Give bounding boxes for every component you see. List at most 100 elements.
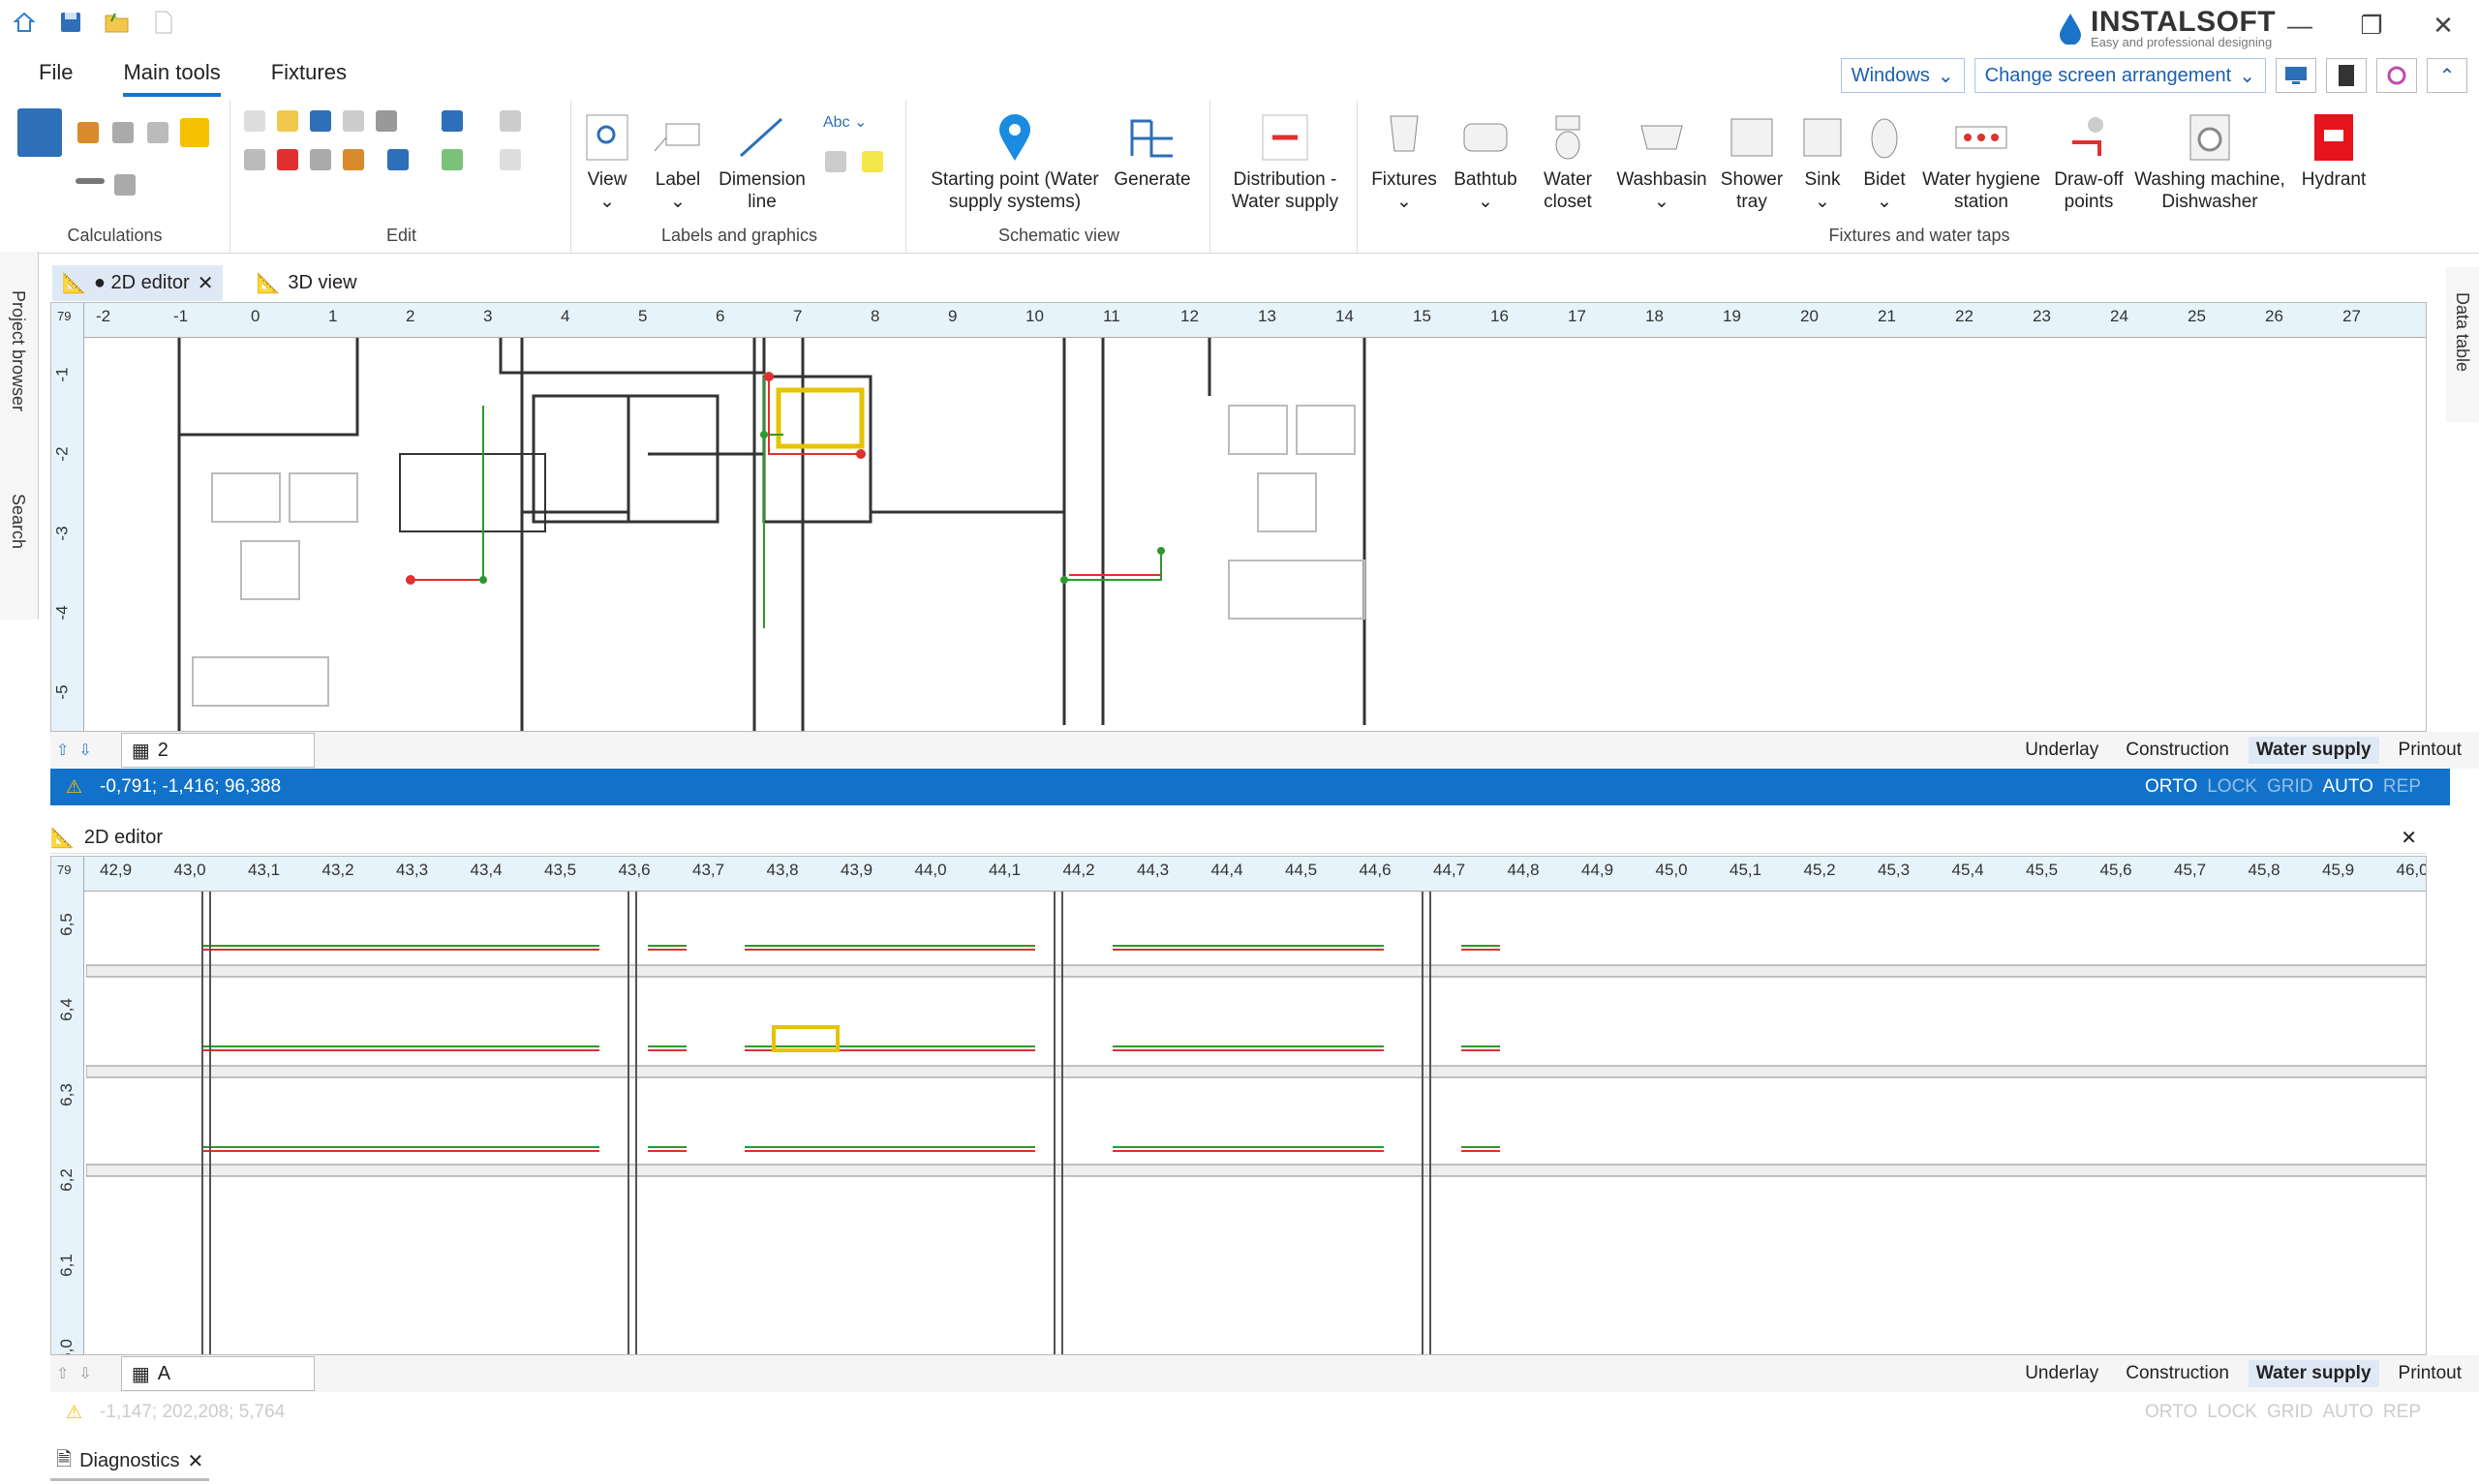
sink-button[interactable]: Sink ⌄ [1791,106,1853,213]
text-abc-icon[interactable]: Abc ⌄ [823,112,867,132]
level-down-icon[interactable]: ⇩ [78,741,91,760]
undo-icon[interactable] [310,110,331,132]
level-select[interactable]: ▦ 2 [120,733,315,768]
paste-icon[interactable] [277,110,298,132]
select-icon[interactable] [343,110,364,132]
align-icon[interactable] [442,110,463,132]
save-icon[interactable] [56,8,85,37]
tab-3d-view[interactable]: 📐 3D view [246,265,366,301]
flag-lock[interactable]: LOCK [2207,776,2257,798]
hydrant-button[interactable]: Hydrant [2297,106,2371,191]
tab-main-tools[interactable]: Main tools [123,60,221,97]
flag-lock-2[interactable]: LOCK [2207,1402,2257,1423]
calculation-table-icon[interactable] [17,108,62,157]
washing-machine-button[interactable]: Washing machine, Dishwasher [2127,106,2293,213]
measure-icon[interactable] [500,110,521,132]
quick-access-toolbar [10,8,178,37]
move-icon[interactable] [376,110,397,132]
level-icon-2: ▦ [131,1363,150,1385]
close-window-icon[interactable]: ✕ [2407,0,2479,50]
restore-icon[interactable]: ❐ [2336,0,2407,50]
screen-arrangement-dropdown[interactable]: Change screen arrangement ⌄ [1974,58,2266,93]
top-2d-editor-canvas[interactable]: -2 -1 0 1 2 3 4 5 6 7 8 9 10 11 12 13 14 15 16 17 18 19 20 21 22… [50,302,2427,732]
table-icon[interactable] [114,174,136,196]
color-drops-icon[interactable] [2376,58,2417,93]
flag-orto-2[interactable]: ORTO [2145,1402,2197,1423]
level-down-icon-2[interactable]: ⇩ [78,1364,91,1383]
collapse-ribbon-icon[interactable]: ⌃ [2427,58,2467,93]
new-file-icon[interactable] [149,8,178,37]
shower-tray-button[interactable]: Shower tray [1714,106,1790,213]
water-closet-button[interactable]: Water closet [1526,106,1609,213]
layer-underlay[interactable]: Underlay [2017,737,2106,764]
water-drop-icon[interactable] [180,118,209,147]
layer-water-supply[interactable]: Water supply [2248,737,2379,764]
delete-icon[interactable] [277,149,298,170]
flag-rep-2[interactable]: REP [2383,1402,2421,1423]
tab-fixtures[interactable]: Fixtures [271,60,347,97]
layer-construction-2[interactable]: Construction [2118,1360,2237,1387]
calculator-icon[interactable] [2326,58,2367,93]
flag-orto[interactable]: ORTO [2145,776,2197,798]
redo-icon[interactable] [310,149,331,170]
flag-auto[interactable]: AUTO [2322,776,2372,798]
windows-dropdown[interactable]: Windows ⌄ [1840,58,1965,93]
diagnostics-label: Diagnostics [79,1450,180,1471]
layer-printout[interactable]: Printout [2391,737,2469,764]
flag-rep[interactable]: REP [2383,776,2421,798]
water-hygiene-station-button[interactable]: Water hygiene station [1915,106,2047,213]
open-folder-icon[interactable] [103,8,132,37]
recycle-icon[interactable] [147,122,168,143]
flag-grid[interactable]: GRID [2267,776,2313,798]
warning-icon-2[interactable]: ⚠ [66,1402,82,1424]
note-icon[interactable] [862,151,883,172]
warning-icon[interactable]: ⚠ [66,776,82,799]
mirror-icon[interactable] [343,149,364,170]
distribution-water-supply-button[interactable]: Distribution - Water supply [1218,106,1352,213]
diagnostics-tab[interactable]: 🗎 Diagnostics ✕ [50,1444,210,1481]
level-up-icon[interactable]: ⇧ [56,741,69,760]
tab-2d-editor[interactable]: 📐 ● 2D editor ✕ [52,264,224,301]
cut-icon[interactable] [244,149,265,170]
level-up-icon-2[interactable]: ⇧ [56,1364,69,1383]
draw-off-points-button[interactable]: Draw-off points [2047,106,2130,213]
washbasin-button[interactable]: Washbasin ⌄ [1613,106,1710,213]
washing-machine-label: Washing machine, Dishwasher [2134,169,2285,212]
layer-construction[interactable]: Construction [2118,737,2237,764]
snap-icon[interactable] [442,149,463,170]
copy-icon[interactable] [244,110,265,132]
ruler-y-label: 6,4 [56,998,76,1021]
layer-water-supply-2[interactable]: Water supply [2248,1360,2379,1387]
view-button[interactable]: View ⌄ [577,106,637,213]
fixtures-button[interactable]: Fixtures ⌄ [1365,106,1443,213]
search-tab[interactable]: Search [8,494,28,549]
flag-auto-2[interactable]: AUTO [2322,1402,2372,1423]
monitor-icon[interactable] [2276,58,2316,93]
starting-point-button[interactable]: Starting point (Water supply systems) [918,106,1112,213]
tab-file[interactable]: File [39,60,73,97]
close-diagnostics-icon[interactable]: ✕ [187,1449,203,1473]
ruler-x-label: 45,8 [2248,861,2280,879]
generate-button[interactable]: Generate [1106,106,1199,191]
close-pane-icon[interactable]: ✕ [2401,826,2417,850]
minimize-icon[interactable]: — [2264,0,2336,50]
bathtub-button[interactable]: Bathtub ⌄ [1447,106,1524,213]
data-table-tab[interactable]: Data table [2452,292,2472,372]
distribute-icon[interactable] [387,149,409,170]
level-select-2[interactable]: ▦ A [120,1356,315,1391]
line-tool-icon[interactable] [76,178,105,184]
table-insert-icon[interactable] [825,151,846,172]
bidet-button[interactable]: Bidet ⌄ [1853,106,1915,213]
home-icon[interactable] [10,8,39,37]
dimension-line-button[interactable]: Dimension line [713,106,811,213]
project-browser-tab[interactable]: Project browser [8,290,28,411]
flag-grid-2[interactable]: GRID [2267,1402,2313,1423]
frame-select-icon[interactable] [500,149,521,170]
layer-underlay-2[interactable]: Underlay [2017,1360,2106,1387]
close-tab-icon[interactable]: ✕ [198,271,214,295]
gear-icon[interactable] [77,122,99,143]
bottom-2d-editor-canvas[interactable]: 42,9 43,0 43,1 43,2 43,3 43,4 43,5 43,6 43,7 43,8… [50,856,2427,1355]
building-icon[interactable] [112,122,134,143]
label-button[interactable]: Label ⌄ [649,106,707,213]
layer-printout-2[interactable]: Printout [2391,1360,2469,1387]
